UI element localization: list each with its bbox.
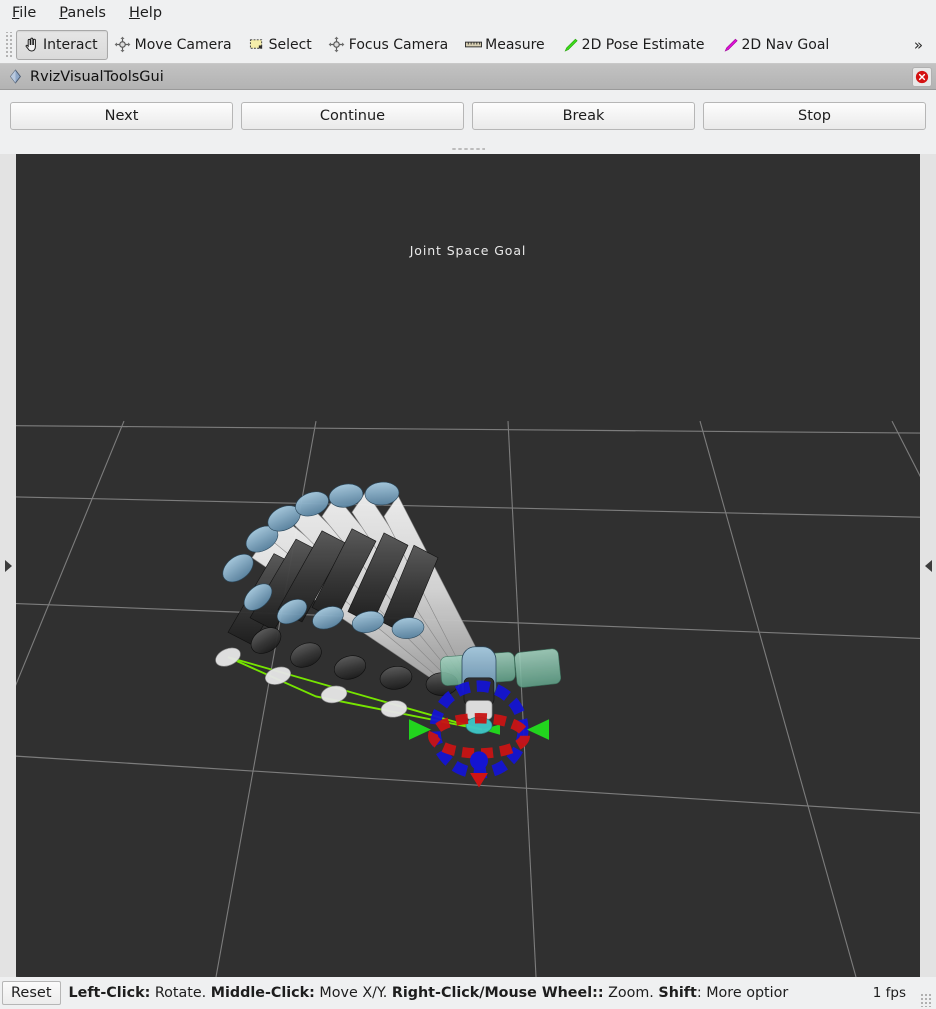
left-panel-expander[interactable] xyxy=(0,154,16,977)
menu-rest-panels: anels xyxy=(67,5,106,21)
visual-tools-button-row: Next Continue Break Stop xyxy=(0,90,936,144)
status-help-text: Left-Click: Rotate. Middle-Click: Move X… xyxy=(68,985,789,1001)
render-area: Joint Space Goal xyxy=(0,154,936,977)
tool-focus-camera[interactable]: Focus Camera xyxy=(322,30,458,60)
horizontal-splitter[interactable] xyxy=(0,144,936,154)
triangle-right-icon xyxy=(4,559,12,572)
menu-item-file[interactable]: File xyxy=(10,3,47,23)
menu-rest-help: elp xyxy=(139,5,163,21)
rviz-window: File Panels Help Interact Move Camera Se… xyxy=(0,0,936,1009)
select-rect-icon xyxy=(248,36,266,54)
menu-accel-help: H xyxy=(128,5,140,21)
tool-2d-nav-goal[interactable]: 2D Nav Goal xyxy=(715,30,840,60)
triangle-left-icon xyxy=(924,559,932,572)
panel-title: RvizVisualToolsGui xyxy=(30,68,164,85)
toolbar-overflow-button[interactable]: » xyxy=(907,36,930,54)
diamond-icon xyxy=(6,68,24,86)
tool-focus-camera-label: Focus Camera xyxy=(348,36,449,53)
menu-bar: File Panels Help xyxy=(0,0,936,26)
panel-close-button[interactable] xyxy=(912,66,932,87)
menu-item-help[interactable]: Help xyxy=(127,3,173,23)
fps-indicator: 1 fps xyxy=(872,985,906,1001)
splitter-grip-icon xyxy=(451,147,485,151)
toolbar-drag-handle[interactable] xyxy=(4,31,12,58)
tool-measure[interactable]: Measure xyxy=(458,30,555,60)
tool-move-camera[interactable]: Move Camera xyxy=(108,30,242,60)
status-bar: Reset Left-Click: Rotate. Middle-Click: … xyxy=(0,977,936,1009)
right-panel-expander[interactable] xyxy=(920,154,936,977)
hand-cursor-icon xyxy=(22,36,40,54)
tool-2d-pose-estimate[interactable]: 2D Pose Estimate xyxy=(555,30,715,60)
tool-select[interactable]: Select xyxy=(242,30,322,60)
close-icon xyxy=(915,70,929,83)
menu-rest-file: ile xyxy=(19,5,37,21)
tool-interact[interactable]: Interact xyxy=(16,29,108,60)
continue-button[interactable]: Continue xyxy=(241,102,464,130)
size-grip[interactable] xyxy=(920,993,932,1007)
panel-title-bar: RvizVisualToolsGui xyxy=(0,64,936,90)
scene-render xyxy=(16,154,920,977)
tool-measure-label: Measure xyxy=(485,36,545,53)
magenta-arrow-icon xyxy=(721,36,739,54)
move-camera-icon xyxy=(114,36,132,54)
break-button[interactable]: Break xyxy=(472,102,695,130)
focus-camera-icon xyxy=(328,36,346,54)
tool-select-label: Select xyxy=(268,36,312,53)
tool-2d-pose-estimate-label: 2D Pose Estimate xyxy=(581,36,705,53)
tool-bar: Interact Move Camera Select Focus Camera… xyxy=(0,26,936,64)
green-arrow-icon xyxy=(561,36,579,54)
3d-viewport[interactable]: Joint Space Goal xyxy=(16,154,920,977)
tool-interact-label: Interact xyxy=(43,36,98,53)
tool-2d-nav-goal-label: 2D Nav Goal xyxy=(741,36,830,53)
tool-move-camera-label: Move Camera xyxy=(134,36,232,53)
stop-button[interactable]: Stop xyxy=(703,102,926,130)
ruler-icon xyxy=(464,36,482,54)
next-button[interactable]: Next xyxy=(10,102,233,130)
reset-button[interactable]: Reset xyxy=(2,981,61,1005)
menu-item-panels[interactable]: Panels xyxy=(57,3,117,23)
